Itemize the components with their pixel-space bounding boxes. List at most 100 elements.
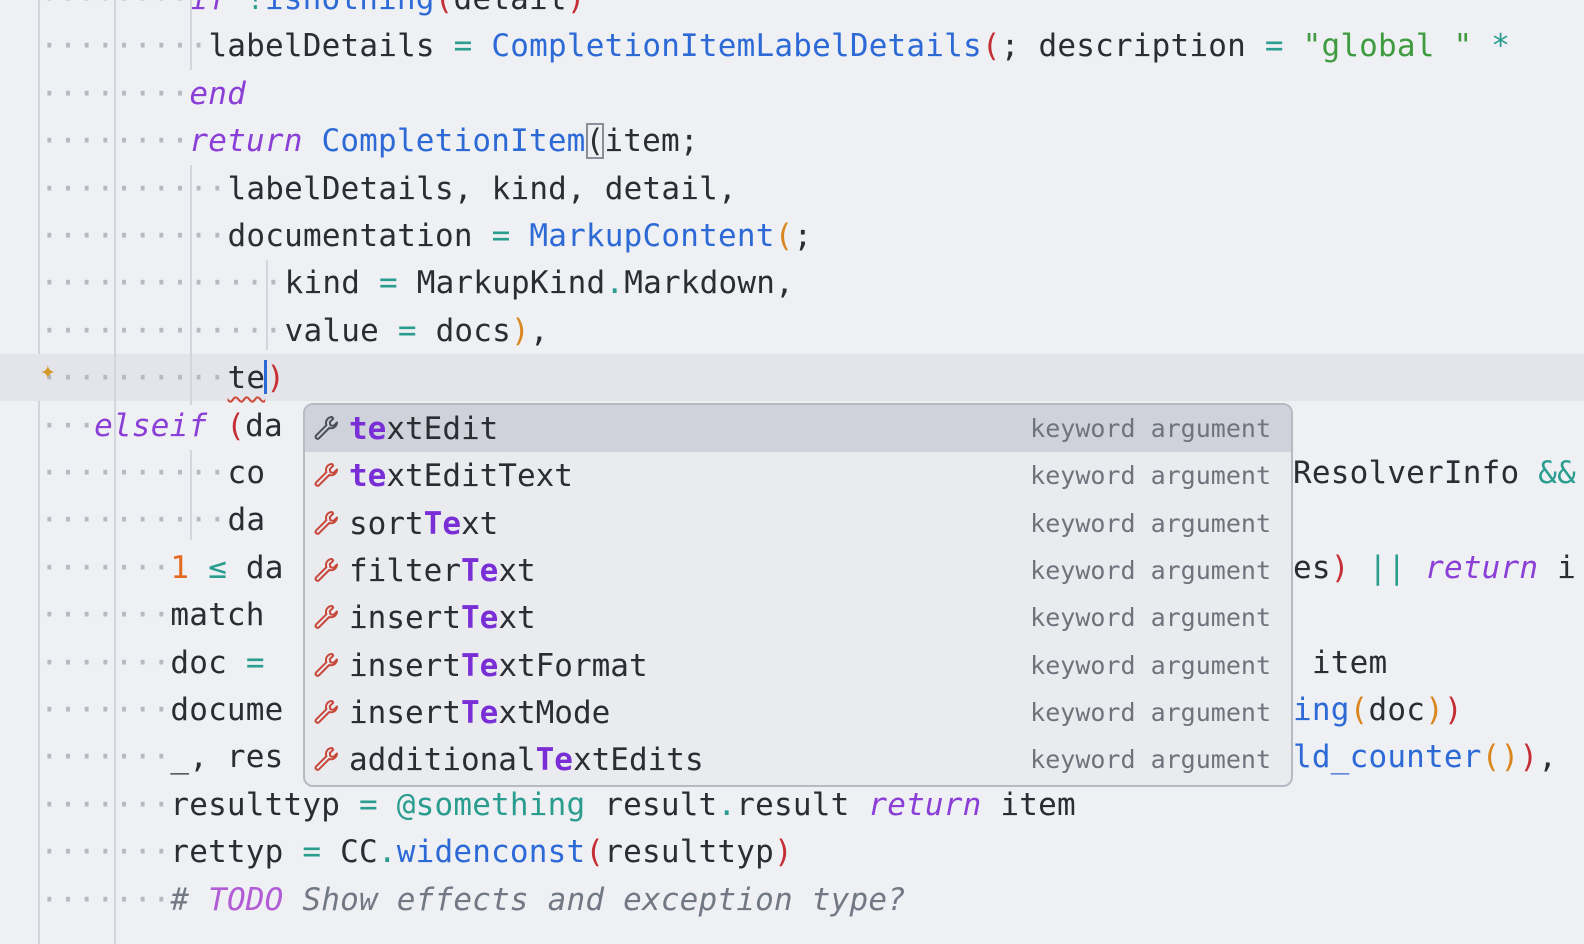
code-token: ! <box>246 0 265 17</box>
completion-item-selected[interactable]: textEdit keyword argument <box>305 405 1291 452</box>
code-line[interactable]: ············· kind = MarkupKind.Markdown, <box>0 259 1584 306</box>
code-token: = <box>302 834 322 871</box>
code-line[interactable]: ········ end <box>0 70 1584 117</box>
label-text: filter <box>349 552 461 589</box>
code-line[interactable]: ······· resulttyp = @something result.res… <box>0 781 1584 828</box>
code-line[interactable]: ········· labelDetails = CompletionItemLa… <box>0 22 1584 69</box>
completion-item-detail: keyword argument <box>1030 745 1271 775</box>
completion-item[interactable]: filterText keyword argument <box>305 547 1291 594</box>
code-token: * <box>1491 28 1511 65</box>
match-highlight: Te <box>423 505 461 542</box>
code-text: rettyp = CC.widenconst(resulttyp) <box>170 832 793 872</box>
code-token: . <box>377 834 397 871</box>
label-text: xt <box>498 552 536 589</box>
code-line[interactable]: ········if !isnothing(detail) <box>0 0 1584 22</box>
whitespace-markers: ·········· <box>40 218 227 254</box>
code-token: resulttyp <box>604 834 775 871</box>
code-token: "global " <box>1302 28 1473 65</box>
code-token: if <box>189 0 227 17</box>
code-token: Show effects and exception type? <box>283 881 907 918</box>
wrench-icon <box>311 460 341 490</box>
whitespace-markers: ······· <box>40 692 171 728</box>
completion-item-detail: keyword argument <box>1030 461 1271 491</box>
code-token: item <box>981 786 1076 823</box>
code-token: ( <box>1481 739 1501 776</box>
code-token: ≤ <box>208 549 227 586</box>
code-token: elseif <box>94 407 208 444</box>
code-token: MarkupKind <box>397 265 606 302</box>
match-highlight: te <box>349 458 387 495</box>
code-token: = <box>378 265 398 302</box>
code-line[interactable]: ········ return CompletionItem(item; <box>0 117 1584 164</box>
label-text: xt <box>498 600 536 637</box>
code-text: kind = MarkupKind.Markdown, <box>285 263 794 303</box>
code-token: ( <box>585 834 605 871</box>
completion-item[interactable]: insertTextFormat keyword argument <box>305 642 1291 689</box>
code-line[interactable]: ······· # TODO Show effects and exception… <box>0 876 1584 923</box>
current-line[interactable]: ·········· te) <box>0 354 1584 402</box>
whitespace-markers: ·········· <box>40 502 227 539</box>
code-line[interactable]: ············· value = docs), <box>0 307 1584 354</box>
code-token: ( <box>226 407 246 444</box>
indent-guide <box>190 165 192 405</box>
completion-item-detail: keyword argument <box>1030 508 1271 538</box>
label-text: xtEdit <box>386 411 499 447</box>
whitespace-markers: ········· <box>40 28 208 65</box>
code-token: ) <box>1519 739 1539 776</box>
code-line[interactable]: ·········· labelDetails, kind, detail, <box>0 165 1584 212</box>
completion-item-label: insertTextFormat <box>349 646 648 686</box>
code-editor[interactable]: ········if !isnothing(detail)·········la… <box>0 0 1584 944</box>
code-token: da <box>245 407 283 444</box>
code-token: return <box>189 123 303 160</box>
completion-item-label: insertText <box>349 598 536 638</box>
label-text: xt <box>460 505 499 542</box>
code-token: ) <box>1500 739 1520 776</box>
completion-item-detail: keyword argument <box>1030 555 1271 585</box>
code-token: docs <box>416 312 512 349</box>
completion-popup[interactable]: textEdit keyword argument textEditText keyw… <box>303 403 1293 787</box>
sparkle-icon[interactable]: ✦ <box>40 356 70 386</box>
code-text: _, res <box>170 737 283 777</box>
code-token: TODO <box>208 881 284 918</box>
whitespace-markers: ······· <box>40 739 171 776</box>
match-highlight: Te <box>460 647 499 684</box>
match-highlight: te <box>349 411 387 447</box>
code-token: te <box>227 360 266 397</box>
code-token: = <box>491 218 511 254</box>
completion-item[interactable]: textEditText keyword argument <box>305 452 1291 499</box>
indent-guide <box>190 0 192 70</box>
code-token: ) <box>266 360 286 397</box>
code-token: CompletionItemLabelDetails <box>491 28 982 65</box>
code-text: 1 ≤ da <box>170 548 283 588</box>
completion-item[interactable]: sortText keyword argument <box>305 500 1291 547</box>
code-token: item; <box>604 123 699 160</box>
code-token: result <box>736 786 869 823</box>
whitespace-markers: ·········· <box>40 455 227 491</box>
code-text-overflow: item <box>1293 643 1387 683</box>
label-text: xtMode <box>498 694 611 731</box>
code-line[interactable]: ·········· documentation = MarkupContent(… <box>0 212 1584 259</box>
code-token: da <box>227 502 266 539</box>
code-text: elseif (da <box>94 406 283 446</box>
code-text: return CompletionItem(item; <box>189 121 699 161</box>
code-token: . <box>605 265 625 302</box>
code-line[interactable]: ······· rettyp = CC.widenconst(resulttyp) <box>0 828 1584 875</box>
code-token: = <box>453 28 473 65</box>
completion-item[interactable]: insertTextMode keyword argument <box>305 689 1291 736</box>
code-token: labelDetails <box>208 28 454 65</box>
wrench-icon <box>311 508 341 538</box>
code-token: , <box>1538 739 1558 776</box>
whitespace-markers: ······· <box>40 549 171 586</box>
code-token: kind <box>284 265 379 302</box>
code-token: item <box>1293 644 1388 681</box>
completion-item[interactable]: additionalTextEdits keyword argument <box>305 736 1291 783</box>
completion-item[interactable]: insertText keyword argument <box>305 594 1291 641</box>
code-token: result <box>585 786 718 823</box>
